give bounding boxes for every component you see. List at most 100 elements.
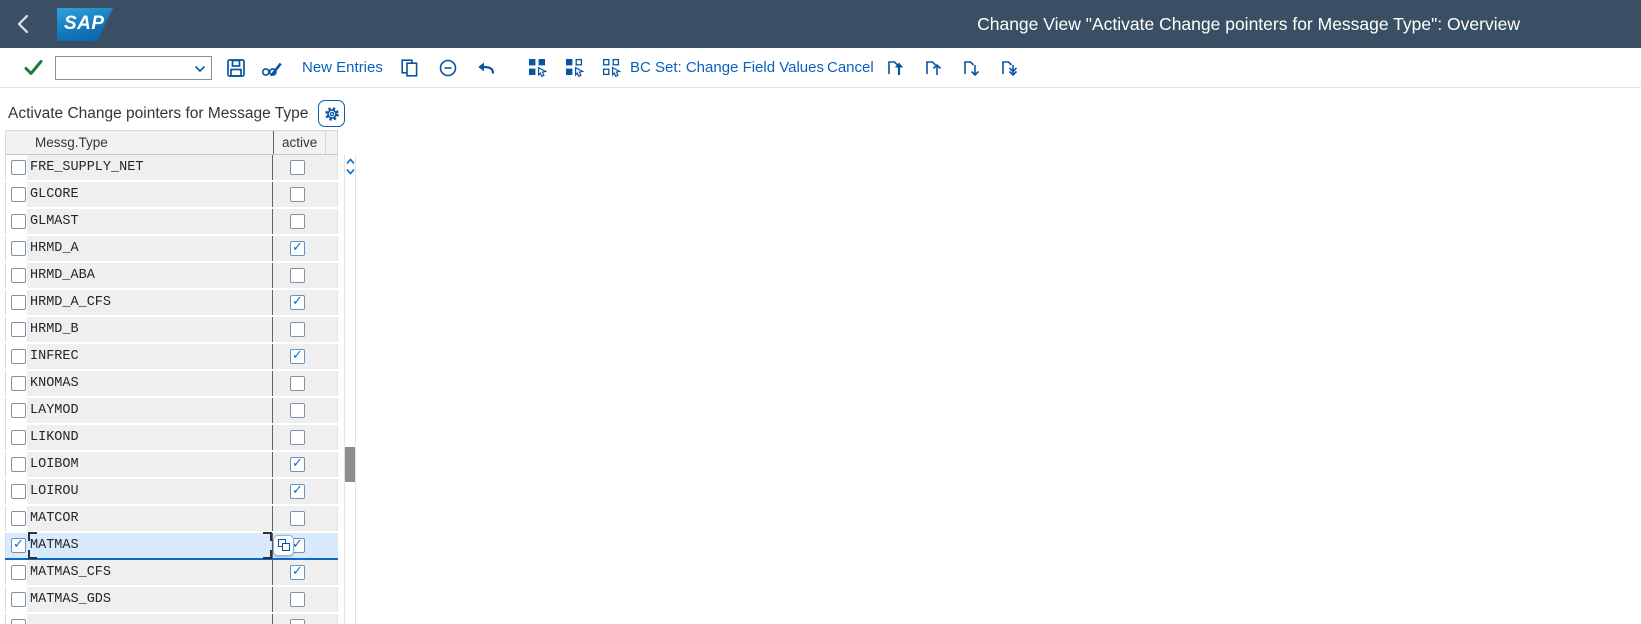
cancel-button[interactable]: Cancel <box>827 48 874 87</box>
table-row[interactable]: LAYMOD <box>5 398 338 425</box>
table-row[interactable]: MATMAS_GDS <box>5 587 338 614</box>
active-checkbox[interactable] <box>290 619 305 624</box>
table-settings-button[interactable] <box>318 100 345 127</box>
row-select-checkbox[interactable] <box>11 403 26 418</box>
active-checkbox[interactable] <box>290 349 305 364</box>
command-input[interactable] <box>58 58 186 78</box>
active-checkbox[interactable] <box>290 295 305 310</box>
delete-button[interactable] <box>439 48 457 87</box>
copy-entries-button[interactable] <box>401 48 418 87</box>
message-type-cell[interactable]: MATCOR <box>27 506 272 531</box>
table-row[interactable]: LOIBOM <box>5 452 338 479</box>
message-type-cell[interactable]: HRMD_ABA <box>27 263 272 288</box>
table-row[interactable]: HRMD_A_CFS <box>5 290 338 317</box>
active-checkbox[interactable] <box>290 268 305 283</box>
row-select-checkbox[interactable] <box>11 376 26 391</box>
active-checkbox[interactable] <box>290 214 305 229</box>
message-type-cell[interactable]: MATMAS_GDS <box>27 587 272 612</box>
scroll-up-icon[interactable] <box>346 158 355 165</box>
message-type-cell[interactable]: LIKOND <box>27 425 272 450</box>
active-checkbox[interactable] <box>290 160 305 175</box>
message-type-cell[interactable]: GLCORE <box>27 182 272 207</box>
copy-handle-icon[interactable] <box>273 535 294 556</box>
message-type-cell[interactable]: GLMAST <box>27 209 272 234</box>
active-checkbox[interactable] <box>290 322 305 337</box>
row-select-checkbox[interactable] <box>11 565 26 580</box>
message-type-cell[interactable]: HRMD_B <box>27 317 272 342</box>
scrollbar-thumb[interactable] <box>345 447 355 482</box>
row-select-checkbox[interactable] <box>11 430 26 445</box>
previous-page-button[interactable] <box>924 48 943 87</box>
table-row[interactable]: HRMD_B <box>5 317 338 344</box>
active-checkbox[interactable] <box>290 511 305 526</box>
enter-button[interactable] <box>24 48 43 87</box>
active-checkbox[interactable] <box>290 484 305 499</box>
active-checkbox[interactable] <box>290 457 305 472</box>
row-select-checkbox[interactable] <box>11 268 26 283</box>
dropdown-icon[interactable] <box>194 65 206 73</box>
active-checkbox[interactable] <box>290 376 305 391</box>
row-select-checkbox[interactable] <box>11 187 26 202</box>
select-block-button[interactable] <box>565 48 584 87</box>
row-select-checkbox[interactable] <box>11 160 26 175</box>
message-type-cell[interactable]: MATMAS <box>27 533 272 558</box>
undo-button[interactable] <box>477 48 495 87</box>
row-select-checkbox[interactable] <box>11 214 26 229</box>
message-type-cell[interactable]: LOIBOM <box>27 452 272 477</box>
active-checkbox[interactable] <box>290 241 305 256</box>
display-change-button[interactable] <box>261 48 282 87</box>
select-all-button[interactable] <box>528 48 547 87</box>
command-field[interactable] <box>55 56 212 80</box>
row-select-checkbox[interactable] <box>11 457 26 472</box>
message-type-cell[interactable]: HRMD_A_CFS <box>27 290 272 315</box>
row-select-checkbox[interactable] <box>11 619 26 624</box>
table-row[interactable]: FRE_SUPPLY_NET <box>5 155 338 182</box>
message-type-cell[interactable]: LOIROU <box>27 479 272 504</box>
row-select-checkbox[interactable] <box>11 295 26 310</box>
scroll-down-icon[interactable] <box>346 168 355 175</box>
message-type-cell[interactable]: MATMAS_CFS <box>27 560 272 585</box>
next-page-button[interactable] <box>962 48 981 87</box>
first-page-button[interactable] <box>886 48 905 87</box>
table-row[interactable] <box>5 614 338 624</box>
bc-set-button[interactable]: BC Set: Change Field Values <box>630 48 824 87</box>
row-select-checkbox[interactable] <box>11 538 26 553</box>
table-row[interactable]: HRMD_A <box>5 236 338 263</box>
table-row[interactable]: KNOMAS <box>5 371 338 398</box>
messg-type-column-header[interactable]: Messg.Type <box>28 131 273 154</box>
active-checkbox[interactable] <box>290 403 305 418</box>
table-row[interactable]: HRMD_ABA <box>5 263 338 290</box>
table-row[interactable]: LIKOND <box>5 425 338 452</box>
row-select-checkbox[interactable] <box>11 592 26 607</box>
message-type-cell[interactable]: KNOMAS <box>27 371 272 396</box>
row-select-checkbox[interactable] <box>11 241 26 256</box>
table-row[interactable]: MATCOR <box>5 506 338 533</box>
message-type-cell[interactable]: FRE_SUPPLY_NET <box>27 155 272 180</box>
table-row[interactable]: LOIROU <box>5 479 338 506</box>
table-row[interactable]: INFREC <box>5 344 338 371</box>
active-checkbox[interactable] <box>290 565 305 580</box>
table-row[interactable]: MATMAS_CFS <box>5 560 338 587</box>
save-button[interactable] <box>227 48 245 87</box>
row-select-checkbox[interactable] <box>11 484 26 499</box>
new-entries-button[interactable]: New Entries <box>302 48 383 87</box>
table-row[interactable]: GLMAST <box>5 209 338 236</box>
active-checkbox[interactable] <box>290 592 305 607</box>
deselect-all-button[interactable] <box>602 48 621 87</box>
back-button[interactable] <box>16 14 32 34</box>
message-type-cell[interactable] <box>27 614 272 624</box>
active-checkbox[interactable] <box>290 187 305 202</box>
select-column-header[interactable] <box>6 131 28 154</box>
row-select-checkbox[interactable] <box>11 511 26 526</box>
table-row[interactable]: GLCORE <box>5 182 338 209</box>
message-type-cell[interactable]: LAYMOD <box>27 398 272 423</box>
message-type-cell[interactable]: HRMD_A <box>27 236 272 261</box>
active-column-header[interactable]: active <box>273 131 325 154</box>
row-select-checkbox[interactable] <box>11 322 26 337</box>
message-type-cell[interactable]: INFREC <box>27 344 272 369</box>
row-select-checkbox[interactable] <box>11 349 26 364</box>
last-page-button[interactable] <box>1000 48 1019 87</box>
active-checkbox[interactable] <box>290 430 305 445</box>
table-row[interactable]: MATMAS <box>5 533 338 560</box>
vertical-scrollbar[interactable] <box>344 155 356 624</box>
